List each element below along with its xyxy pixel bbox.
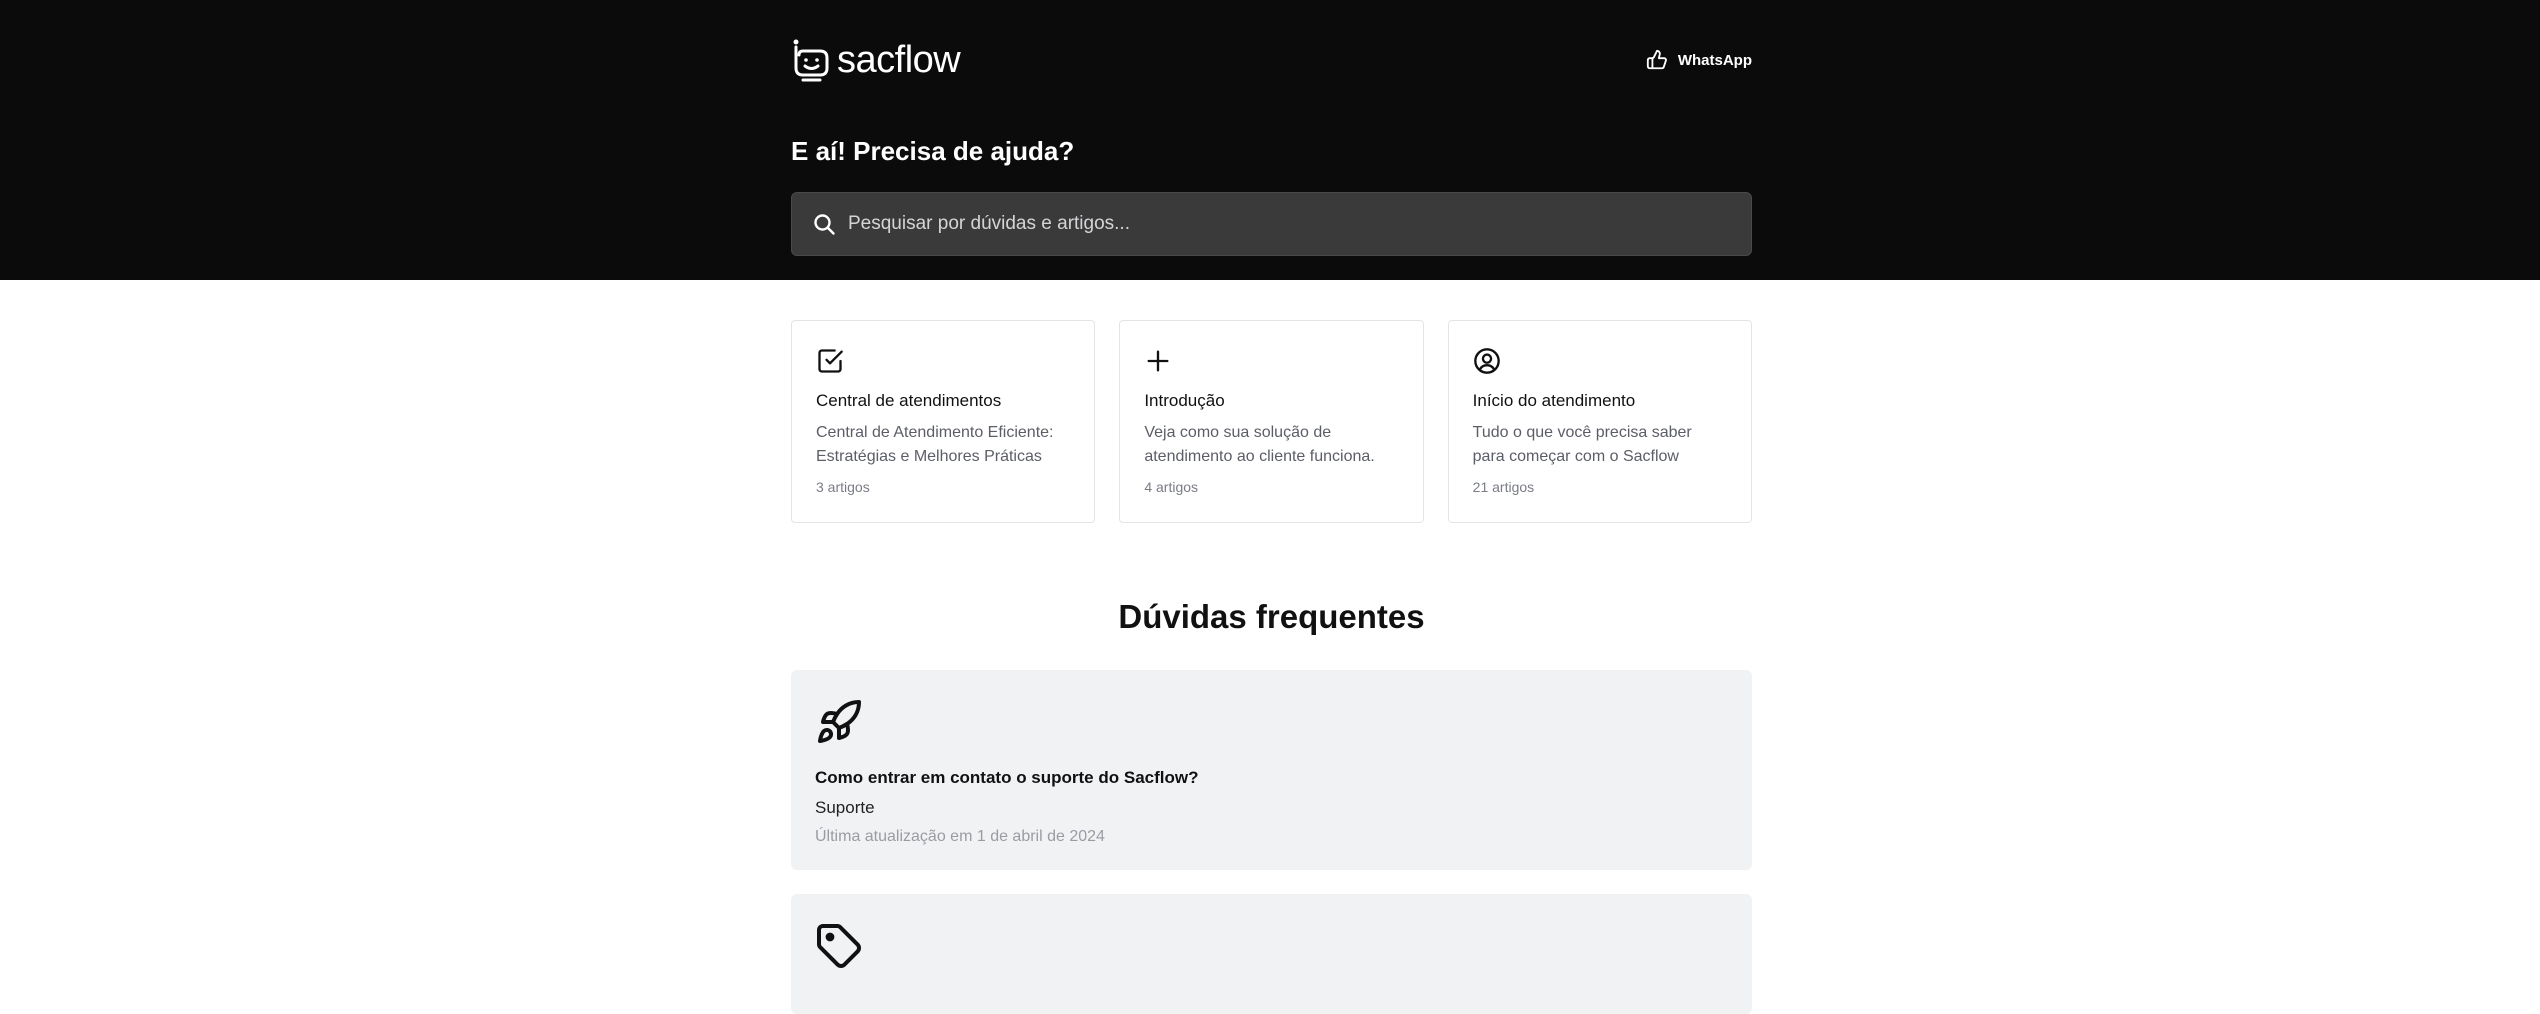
hero-title: E aí! Precisa de ajuda? [791,136,1075,166]
faq-item[interactable]: Como entrar em contato o suporte do Sacf… [791,670,1752,870]
faq-updated-date: Última atualização em 1 de abril de 2024 [815,828,1105,845]
faq-item[interactable] [791,894,1752,1014]
category-title: Central de atendimentos [816,391,1002,410]
category-description: Central de Atendimento Eficiente: Estrat… [816,424,1054,465]
category-article-count: 4 artigos [1144,479,1199,495]
search-input[interactable] [848,213,1751,235]
search-icon [814,214,835,235]
smiling-monitor-logo-icon [793,39,829,82]
faq-section-title: Dúvidas frequentes [1118,598,1425,635]
category-card-central[interactable]: Central de atendimentos Central de Atend… [791,320,1096,523]
brand-name: sacflow [837,39,961,81]
top-bar: sacflow WhatsApp [791,36,1752,84]
rocket-icon [818,699,861,743]
faq-category: Suporte [815,798,875,817]
tag-icon [817,924,861,968]
category-cards: Central de atendimentos Central de Atend… [791,320,1752,523]
thumbs-up-icon [1646,49,1667,70]
category-title: Introdução [1144,391,1225,410]
category-card-inicio[interactable]: Início do atendimento Tudo o que você pr… [1447,320,1752,523]
whatsapp-label: WhatsApp [1677,51,1752,69]
faq-question: Como entrar em contato o suporte do Sacf… [815,768,1199,787]
category-card-introducao[interactable]: Introdução Veja como sua solução de aten… [1119,320,1424,523]
user-circle-icon [1473,348,1500,374]
category-description: Veja como sua solução de atendimento ao … [1144,424,1375,465]
checkbox-icon [818,349,843,373]
category-article-count: 21 artigos [1472,479,1535,495]
whatsapp-link[interactable]: WhatsApp [1646,49,1752,71]
brand-logo[interactable]: sacflow [791,38,961,82]
category-article-count: 3 artigos [816,479,870,495]
category-description: Tudo o que você precisa saber para começ… [1472,424,1692,465]
search-bar[interactable] [791,192,1752,256]
plus-icon [1147,350,1169,372]
category-title: Início do atendimento [1472,391,1636,410]
